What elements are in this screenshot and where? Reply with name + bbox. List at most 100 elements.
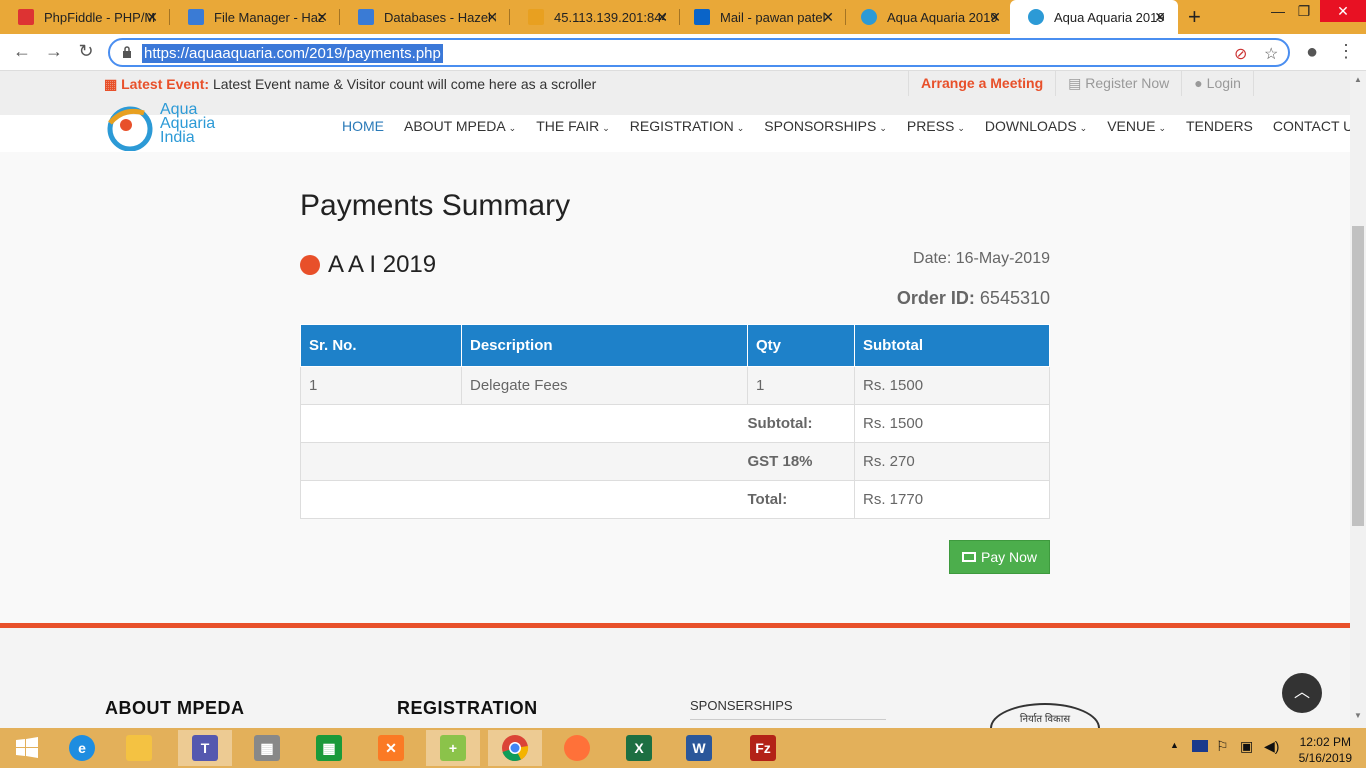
nav-home[interactable]: HOME (342, 118, 384, 134)
browser-tab-active[interactable]: Aqua Aquaria 2019 ✕ (1010, 0, 1178, 34)
tab-title: PhpFiddle - PHP/M (44, 9, 156, 25)
footer-underline (690, 719, 886, 720)
browser-tab[interactable]: Mail - pawan patel ✕ (676, 0, 846, 34)
register-now-link[interactable]: ▤ Register Now (1055, 71, 1181, 96)
pay-now-button[interactable]: Pay Now (949, 540, 1050, 574)
close-icon[interactable]: ✕ (486, 9, 498, 26)
taskbar-filezilla[interactable]: Fz (736, 730, 790, 766)
internet-explorer-icon: e (69, 735, 95, 761)
scroll-down-arrow-icon[interactable]: ▼ (1354, 711, 1362, 720)
new-tab-button[interactable]: + (1188, 4, 1201, 30)
scroll-to-top-button[interactable]: ︿ (1282, 673, 1322, 713)
summary-value: Rs. 1770 (854, 480, 1050, 519)
cell-description: Delegate Fees (461, 366, 748, 405)
nav-tenders[interactable]: TENDERS (1186, 118, 1253, 134)
latest-event: ▦ Latest Event: Latest Event name & Visi… (104, 76, 596, 93)
arrange-meeting-link[interactable]: Arrange a Meeting (908, 71, 1055, 96)
close-window-button[interactable]: ✕ (1320, 0, 1366, 22)
close-icon[interactable]: ✕ (146, 9, 158, 26)
browser-tab[interactable]: Aqua Aquaria 2019 ✕ (843, 0, 1013, 34)
summary-row-subtotal: Subtotal: Rs. 1500 (300, 404, 1050, 443)
close-icon[interactable]: ✕ (822, 9, 834, 26)
taskbar-calculator[interactable]: ▦ (240, 730, 294, 766)
close-icon[interactable]: ✕ (656, 9, 668, 26)
filezilla-icon: Fz (750, 735, 776, 761)
summary-label: Subtotal: (747, 404, 855, 443)
summary-row-gst: GST 18% Rs. 270 (300, 442, 1050, 481)
maximize-button[interactable]: ❐ (1284, 0, 1324, 22)
nav-sponsorships[interactable]: SPONSORSHIPS ⌄ (764, 118, 887, 134)
org-title: A A I 2019 (300, 251, 436, 279)
phpmyadmin-icon (528, 9, 544, 25)
table-row: 1 Delegate Fees 1 Rs. 1500 (300, 366, 1050, 405)
action-center-flag-icon[interactable]: ⚐ (1216, 738, 1229, 755)
menu-dots-icon[interactable]: ⋮ (1334, 41, 1358, 62)
close-icon[interactable]: ✕ (989, 9, 1001, 26)
taskbar-clock[interactable]: 12:02 PM 5/16/2019 (1299, 734, 1352, 766)
close-icon[interactable]: ✕ (316, 9, 328, 26)
nav-downloads[interactable]: DOWNLOADS ⌄ (985, 118, 1087, 134)
web-page: ▦ Latest Event: Latest Event name & Visi… (0, 71, 1350, 728)
taskbar-ie[interactable]: e (55, 730, 109, 766)
flag-language-icon[interactable] (1192, 740, 1208, 752)
column-header: Sr. No. (300, 324, 462, 367)
nav-registration[interactable]: REGISTRATION ⌄ (630, 118, 745, 134)
document-icon: ▤ (1068, 75, 1086, 91)
logo-emblem-icon (107, 106, 153, 152)
close-icon[interactable]: ✕ (1154, 9, 1166, 26)
taskbar-explorer[interactable] (112, 730, 166, 766)
omnibox[interactable]: https://aquaaquaria.com/2019/payments.ph… (108, 38, 1290, 67)
word-icon: W (686, 735, 712, 761)
page-scrollbar[interactable]: ▲ ▼ (1350, 71, 1366, 728)
phpfiddle-icon (18, 9, 34, 25)
nav-menu: HOME ABOUT MPEDA ⌄ THE FAIR ⌄ REGISTRATION… (342, 118, 1350, 134)
outlook-icon (694, 9, 710, 25)
taskbar-word[interactable]: W (672, 730, 726, 766)
top-links: Arrange a Meeting ▤ Register Now ● Login (908, 71, 1254, 96)
browser-tab[interactable]: Databases - Hazel I ✕ (340, 0, 510, 34)
volume-icon[interactable]: ◀) (1264, 738, 1279, 755)
calendar-icon: ▦ (104, 76, 118, 92)
browser-tab[interactable]: PhpFiddle - PHP/M ✕ (0, 0, 170, 34)
site-logo[interactable]: Aqua Aquaria India (104, 101, 234, 153)
back-arrow-icon[interactable]: ← (10, 41, 34, 62)
logo-text: Aqua Aquaria India (160, 101, 216, 146)
scroll-up-arrow-icon[interactable]: ▲ (1354, 75, 1362, 84)
scroll-thumb[interactable] (1352, 226, 1364, 526)
taskbar-notepad-plus[interactable]: + (426, 730, 480, 766)
chevron-down-icon: ⌄ (1158, 123, 1166, 133)
summary-label: GST 18% (747, 442, 855, 481)
taskbar-firefox[interactable] (550, 730, 604, 766)
taskbar-chrome[interactable] (488, 730, 542, 766)
payment-table: Sr. No. Description Qty Subtotal 1 Deleg… (300, 324, 1050, 519)
aqua-aquaria-icon (861, 9, 877, 25)
system-tray: ▲ ⚐ ▣ ◀) 12:02 PM 5/16/2019 (1166, 728, 1366, 768)
chrome-icon (502, 735, 529, 762)
browser-tab[interactable]: File Manager - Haz ✕ (170, 0, 340, 34)
nav-venue[interactable]: VENUE ⌄ (1107, 118, 1166, 134)
login-link[interactable]: ● Login (1181, 71, 1254, 96)
taskbar-xampp[interactable]: ✕ (364, 730, 418, 766)
bookmark-star-icon[interactable]: ☆ (1264, 44, 1278, 64)
start-button[interactable] (0, 730, 54, 766)
nav-about-mpeda[interactable]: ABOUT MPEDA ⌄ (404, 118, 516, 134)
nav-contact-us[interactable]: CONTACT US (1273, 118, 1350, 134)
forward-arrow-icon[interactable]: → (42, 41, 66, 62)
chevron-up-icon[interactable]: ▲ (1170, 740, 1179, 750)
footer-sponserships-heading: SPONSERSHIPS (690, 698, 793, 713)
reload-icon[interactable]: ↻ (74, 41, 98, 62)
network-icon[interactable]: ▣ (1240, 738, 1253, 755)
profile-icon[interactable]: ● (1300, 41, 1324, 64)
nav-press[interactable]: PRESS ⌄ (907, 118, 965, 134)
url-text[interactable]: https://aquaaquaria.com/2019/payments.ph… (142, 44, 443, 63)
summary-row-total: Total: Rs. 1770 (300, 480, 1050, 519)
blocked-popup-icon[interactable]: ⊘ (1234, 44, 1247, 64)
excel-icon: X (626, 735, 652, 761)
summary-value: Rs. 1500 (854, 404, 1050, 443)
taskbar-teams[interactable]: T (178, 730, 232, 766)
chevron-down-icon: ⌄ (879, 123, 887, 133)
browser-tab[interactable]: 45.113.139.201:844 ✕ (510, 0, 680, 34)
taskbar-store[interactable]: ▦ (302, 730, 356, 766)
nav-the-fair[interactable]: THE FAIR ⌄ (536, 118, 610, 134)
taskbar-excel[interactable]: X (612, 730, 666, 766)
